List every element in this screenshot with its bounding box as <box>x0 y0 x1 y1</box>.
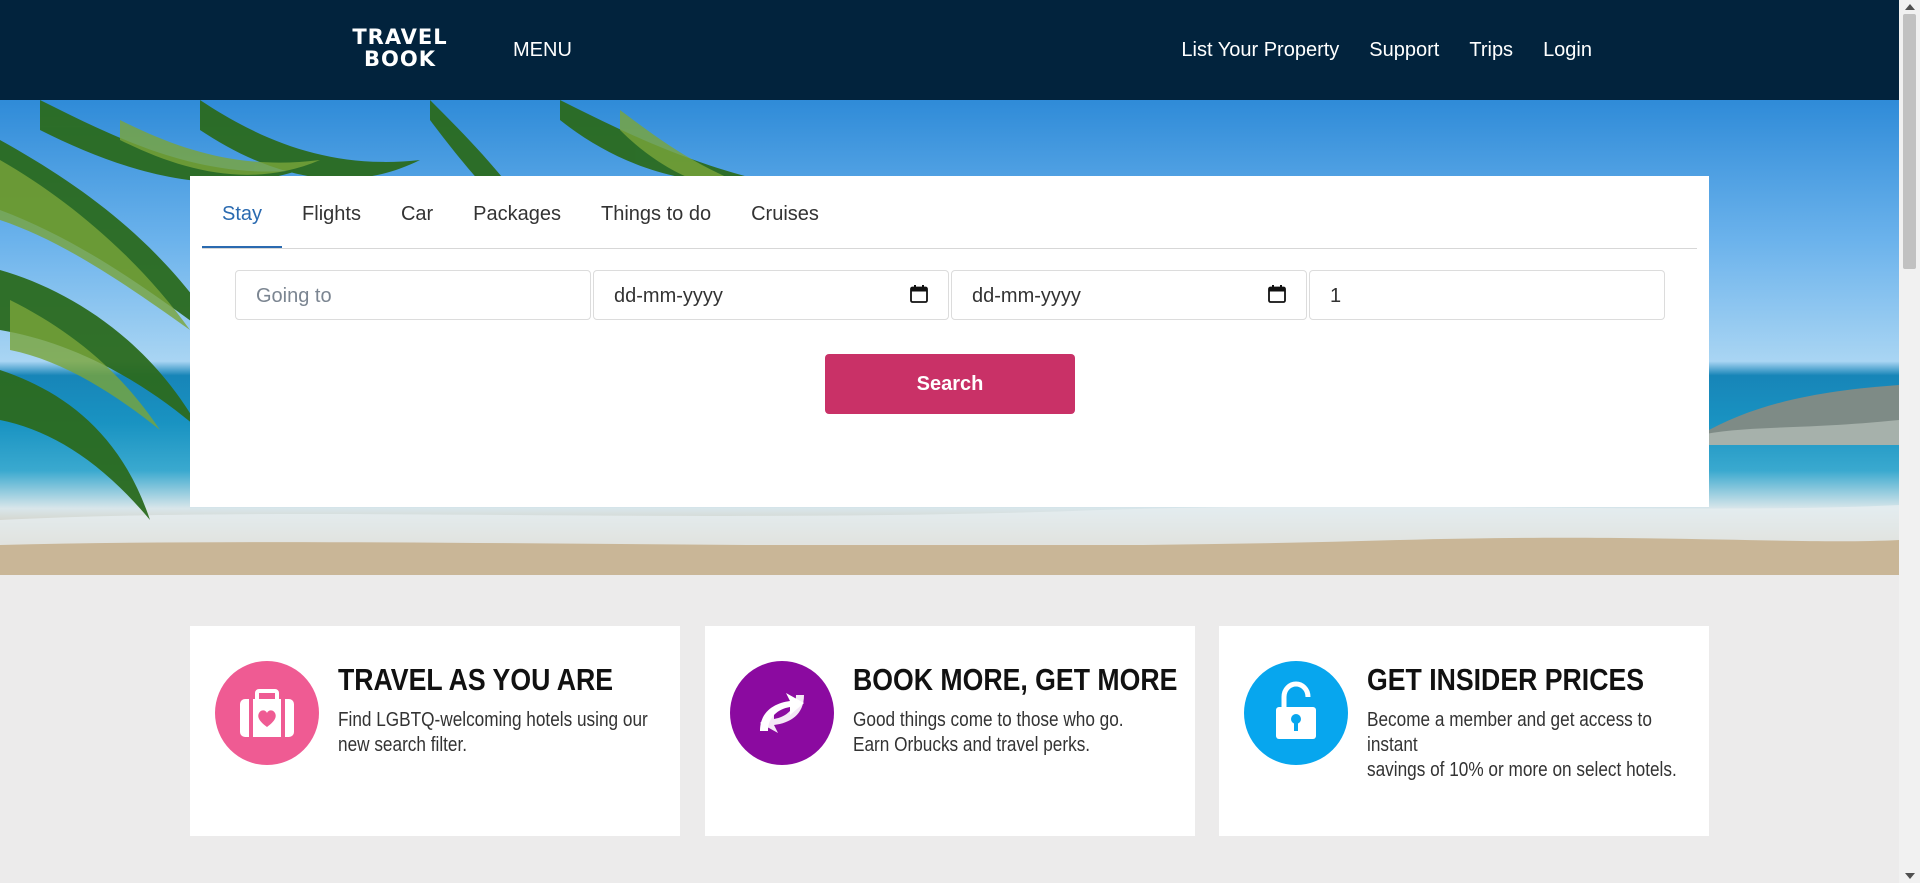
logo-line-2: BOOK <box>364 47 436 71</box>
promo-description: Find LGBTQ-welcoming hotels using our ne… <box>338 708 665 758</box>
travellers-input[interactable]: 1 <box>1309 270 1665 320</box>
travellers-value: 1 <box>1330 285 1342 307</box>
unlock-icon <box>1244 661 1348 765</box>
promo-line: Become a member and get access to instan… <box>1367 709 1652 756</box>
tab-stay[interactable]: Stay <box>202 186 283 248</box>
promo-title: BOOK MORE, GET MORE <box>853 662 1178 697</box>
promo-line: savings of 10% or more on select hotels. <box>1367 759 1677 781</box>
tab-things-to-do[interactable]: Things to do <box>581 186 731 248</box>
search-tabs: Stay Flights Car Packages Things to do C… <box>202 186 1697 249</box>
tab-packages[interactable]: Packages <box>453 186 581 248</box>
scroll-down-icon[interactable] <box>1905 873 1915 879</box>
promo-line: Find LGBTQ-welcoming hotels using our <box>338 709 648 731</box>
page-scrollbar[interactable] <box>1899 0 1920 883</box>
nav-list-your-property[interactable]: List Your Property <box>1181 39 1339 62</box>
promo-title: TRAVEL AS YOU ARE <box>338 662 614 697</box>
promo-card-get-insider-prices[interactable]: GET INSIDER PRICES Become a member and g… <box>1219 626 1709 836</box>
checkin-date-input[interactable]: dd-mm-yyyy <box>593 270 949 320</box>
suitcase-heart-icon <box>215 661 319 765</box>
promo-line: new search filter. <box>338 734 468 756</box>
tab-car[interactable]: Car <box>381 186 453 248</box>
search-button[interactable]: Search <box>825 354 1075 414</box>
promo-title: GET INSIDER PRICES <box>1367 662 1645 697</box>
calendar-icon[interactable] <box>910 285 928 303</box>
promo-card-travel-as-you-are[interactable]: TRAVEL AS YOU ARE Find LGBTQ-welcoming h… <box>190 626 680 836</box>
tab-cruises[interactable]: Cruises <box>731 186 839 248</box>
nav-login[interactable]: Login <box>1543 39 1592 62</box>
promo-description: Good things come to those who go. Earn O… <box>853 708 1180 758</box>
checkout-date-input[interactable]: dd-mm-yyyy <box>951 270 1307 320</box>
promo-description: Become a member and get access to instan… <box>1367 708 1694 783</box>
menu-button[interactable]: MENU <box>513 39 572 62</box>
promo-card-book-more-get-more[interactable]: BOOK MORE, GET MORE Good things come to … <box>705 626 1195 836</box>
top-navbar: TRAVEL BOOK MENU List Your Property Supp… <box>0 0 1899 100</box>
calendar-icon[interactable] <box>1268 285 1286 303</box>
checkout-date-value: dd-mm-yyyy <box>972 285 1081 307</box>
scroll-up-icon[interactable] <box>1905 4 1915 10</box>
search-fields: Going to dd-mm-yyyy dd-mm-yyyy 1 <box>235 270 1665 320</box>
tab-flights[interactable]: Flights <box>282 186 381 248</box>
checkin-date-value: dd-mm-yyyy <box>614 285 723 307</box>
orbucks-arrows-icon <box>730 661 834 765</box>
nav-trips[interactable]: Trips <box>1469 39 1513 62</box>
logo-line-1: TRAVEL <box>352 25 448 49</box>
search-panel: Stay Flights Car Packages Things to do C… <box>190 176 1709 507</box>
top-nav-links: List Your Property Support Trips Login <box>1181 39 1592 62</box>
destination-placeholder: Going to <box>256 285 332 307</box>
destination-input[interactable]: Going to <box>235 270 591 320</box>
nav-support[interactable]: Support <box>1369 39 1439 62</box>
promo-line: Good things come to those who go. <box>853 709 1124 731</box>
travel-book-logo[interactable]: TRAVEL BOOK <box>350 26 450 70</box>
promo-line: Earn Orbucks and travel perks. <box>853 734 1091 756</box>
scroll-thumb[interactable] <box>1903 14 1916 269</box>
